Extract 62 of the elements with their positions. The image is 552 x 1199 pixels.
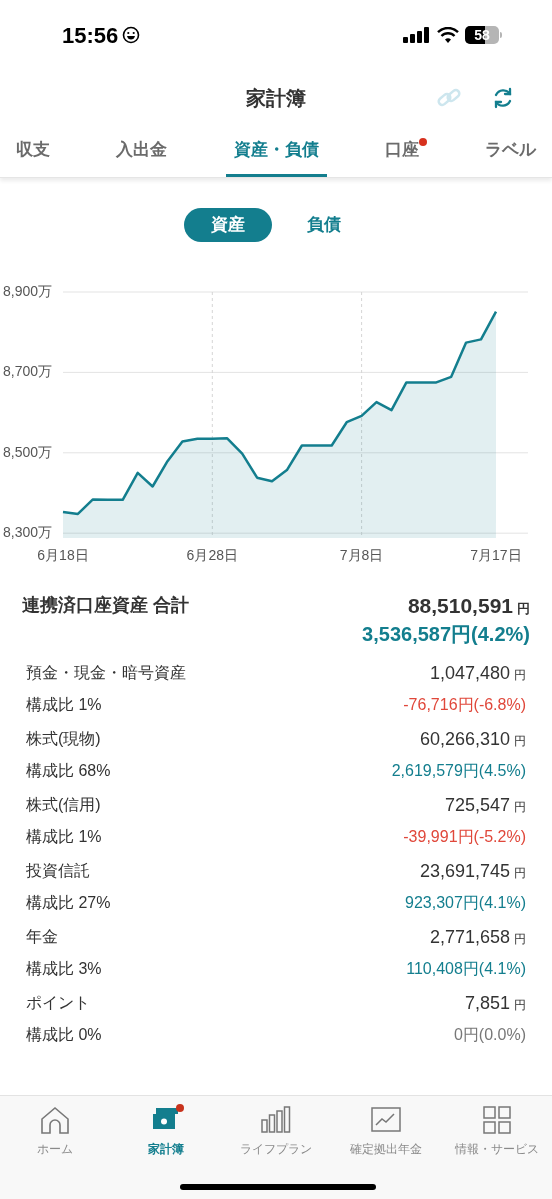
asset-amount: 7,851 bbox=[464, 991, 510, 1015]
currency-unit: 円 bbox=[514, 666, 526, 684]
x-axis-label: 6月18日 bbox=[37, 548, 89, 562]
tab[interactable]: 口座 bbox=[376, 126, 427, 177]
tab[interactable]: 収支 bbox=[8, 126, 58, 177]
y-axis-label: 8,500万 bbox=[3, 444, 53, 459]
currency-unit: 円 bbox=[514, 930, 526, 948]
asset-change: -39,991円(-5.2%) bbox=[403, 826, 526, 847]
asset-amount: 1,047,480 bbox=[429, 661, 510, 685]
currency-unit: 円 bbox=[514, 864, 526, 882]
asset-name: 株式(信用) bbox=[26, 794, 102, 815]
tab[interactable]: ラベル bbox=[477, 126, 544, 177]
asset-name: ポイント bbox=[26, 992, 91, 1013]
share-text: 構成比 1% bbox=[26, 826, 103, 847]
share-text: 構成比 3% bbox=[26, 958, 103, 979]
total-change: 3,536,587円(4.2%) bbox=[362, 621, 530, 647]
bar-chart-icon bbox=[260, 1106, 291, 1134]
share-text: 構成比 68% bbox=[26, 760, 112, 781]
asset-amount: 60,266,310 bbox=[419, 727, 510, 751]
smiley-icon bbox=[122, 26, 141, 44]
nav-item[interactable]: 家計簿 bbox=[113, 1106, 218, 1158]
grid-icon bbox=[481, 1106, 512, 1134]
nav-item[interactable]: 情報・サービス bbox=[444, 1106, 549, 1158]
x-axis-label: 7月17日 bbox=[470, 548, 522, 562]
currency-unit: 円 bbox=[514, 732, 526, 750]
currency-unit: 円 bbox=[517, 600, 530, 618]
asset-change: -76,716円(-6.8%) bbox=[403, 694, 526, 715]
summary-label: 連携済口座資産 合計 bbox=[22, 594, 189, 617]
currency-unit: 円 bbox=[514, 798, 526, 816]
asset-change: 2,619,579円(4.5%) bbox=[391, 760, 526, 781]
status-time: 15:56 bbox=[62, 21, 119, 50]
screen-title: 家計簿 bbox=[246, 86, 306, 111]
asset-name: 株式(現物) bbox=[26, 728, 102, 749]
signal-icon bbox=[403, 26, 431, 44]
segment-button[interactable]: 資産 bbox=[184, 208, 272, 242]
asset-name: 年金 bbox=[26, 926, 59, 947]
nav-item[interactable]: ホーム bbox=[3, 1106, 108, 1158]
asset-name: 預金・現金・暗号資産 bbox=[26, 662, 187, 683]
x-axis-label: 7月8日 bbox=[339, 548, 384, 562]
asset-name: 投資信託 bbox=[26, 860, 91, 881]
x-axis-label: 6月28日 bbox=[186, 548, 238, 562]
currency-unit: 円 bbox=[514, 996, 526, 1014]
nav-item[interactable]: ライフプラン bbox=[223, 1106, 328, 1158]
asset-amount: 2,771,658 bbox=[429, 925, 510, 949]
home-icon bbox=[40, 1106, 71, 1134]
line-chart-icon bbox=[371, 1106, 402, 1134]
share-text: 構成比 27% bbox=[26, 892, 112, 913]
tab[interactable]: 資産・負債 bbox=[225, 126, 327, 177]
nav-item[interactable]: 確定拠出年金 bbox=[334, 1106, 439, 1158]
wifi-icon bbox=[437, 26, 459, 44]
total-amount: 88,510,591 bbox=[407, 593, 513, 619]
share-text: 構成比 1% bbox=[26, 694, 103, 715]
asset-change: 923,307円(4.1%) bbox=[405, 892, 526, 913]
asset-amount: 725,547 bbox=[444, 793, 510, 817]
share-text: 構成比 0% bbox=[26, 1024, 103, 1045]
asset-amount: 23,691,745 bbox=[419, 859, 510, 883]
tab[interactable]: 入出金 bbox=[108, 126, 176, 177]
y-axis-label: 8,700万 bbox=[3, 364, 53, 379]
y-axis-label: 8,300万 bbox=[3, 525, 53, 540]
asset-change: 110,408円(4.1%) bbox=[406, 958, 526, 979]
y-axis-label: 8,900万 bbox=[3, 284, 53, 298]
asset-change: 0円(0.0%) bbox=[453, 1024, 526, 1045]
